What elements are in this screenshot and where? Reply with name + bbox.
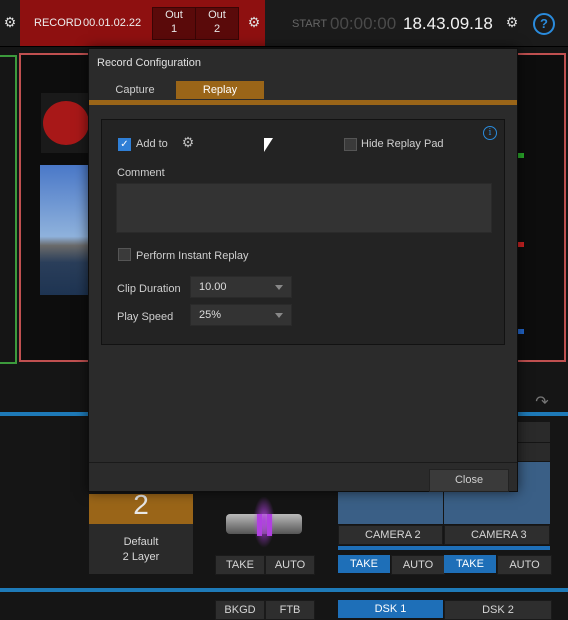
camera3-take-button[interactable]: TAKE: [444, 555, 496, 573]
play-speed-label: Play Speed: [117, 311, 174, 323]
play-speed-value: 25%: [199, 309, 222, 321]
camera3-select[interactable]: CAMERA 3: [444, 525, 550, 545]
close-button[interactable]: Close: [429, 469, 509, 492]
chevron-down-icon: [275, 285, 283, 290]
zombie-logo: [41, 93, 89, 153]
replay-settings-panel: ✓ Add to ⚙ Hide Replay Pad i Comment Per…: [101, 119, 505, 345]
layer-label: Default 2 Layer: [122, 536, 160, 563]
tab-replay[interactable]: Replay: [176, 81, 264, 99]
left-monitor-frame: [0, 55, 17, 364]
record-timecode: 00.01.02.22: [83, 17, 142, 29]
out1-button[interactable]: Out 1: [152, 7, 196, 40]
instant-replay-label: Perform Instant Replay: [136, 250, 249, 262]
start-label[interactable]: START: [292, 18, 327, 30]
city-skyline-image: [40, 165, 90, 295]
settings-gear-icon[interactable]: ⚙: [504, 14, 520, 31]
right-monitor-frame: [516, 53, 566, 362]
camera2-select[interactable]: CAMERA 2: [338, 525, 443, 545]
add-to-label: Add to: [136, 138, 168, 150]
clip-duration-select[interactable]: 10.00: [190, 276, 292, 298]
redo-icon[interactable]: ↷: [516, 392, 568, 412]
mouse-cursor-icon: [264, 138, 273, 152]
camera2-auto-button[interactable]: AUTO: [391, 555, 445, 575]
instant-replay-checkbox[interactable]: [118, 248, 131, 261]
dialog-title: Record Configuration: [97, 57, 201, 69]
hide-replay-pad-label: Hide Replay Pad: [361, 138, 444, 150]
add-to-gear-icon[interactable]: ⚙: [180, 134, 196, 151]
info-icon[interactable]: i: [483, 126, 497, 140]
tab-underline: [89, 100, 517, 105]
play-speed-select[interactable]: 25%: [190, 304, 292, 326]
tab-capture[interactable]: Capture: [89, 81, 181, 99]
hide-replay-pad-checkbox[interactable]: [344, 138, 357, 151]
bottom-blue-divider: [0, 588, 568, 592]
camera2-take-button[interactable]: TAKE: [338, 555, 390, 573]
camera3-auto-button[interactable]: AUTO: [497, 555, 552, 575]
auto-button[interactable]: AUTO: [265, 555, 315, 575]
dsk2-button[interactable]: DSK 2: [444, 600, 552, 620]
bkgd-button[interactable]: BKGD: [215, 600, 265, 620]
comment-field[interactable]: [116, 183, 492, 233]
take-button[interactable]: TAKE: [215, 555, 265, 575]
gear-icon[interactable]: ⚙: [2, 14, 18, 31]
help-icon[interactable]: ?: [533, 13, 555, 35]
layer-number[interactable]: 2: [89, 494, 193, 524]
record-label[interactable]: RECORD: [34, 17, 82, 29]
record-gear-icon[interactable]: ⚙: [246, 14, 262, 31]
start-timecode: 00:00:00: [330, 14, 397, 33]
clock: 18.43.09.18: [403, 14, 493, 33]
out2-button[interactable]: Out 2: [195, 7, 239, 40]
record-configuration-dialog: Record Configuration Capture Replay ✓ Ad…: [88, 48, 518, 492]
clip-duration-label: Clip Duration: [117, 283, 181, 295]
program-monitor[interactable]: [19, 53, 92, 362]
clip-duration-value: 10.00: [199, 281, 227, 293]
dsk1-button[interactable]: DSK 1: [338, 600, 443, 618]
ftb-button[interactable]: FTB: [265, 600, 315, 620]
comment-label: Comment: [117, 167, 165, 179]
add-to-checkbox[interactable]: ✓: [118, 138, 131, 151]
chevron-down-icon: [275, 313, 283, 318]
